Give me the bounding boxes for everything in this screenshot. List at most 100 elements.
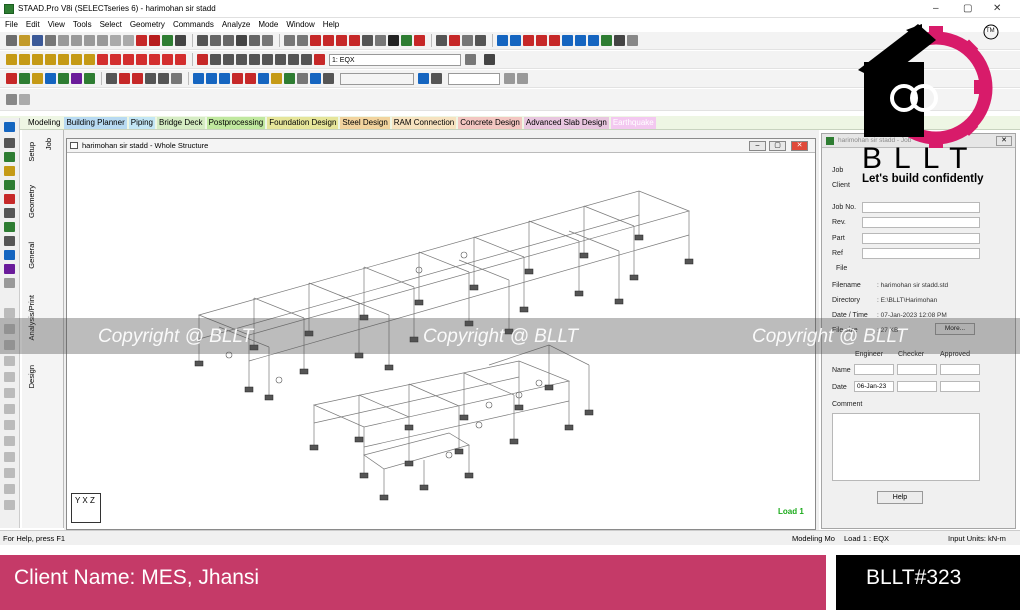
spin-arrows-icon[interactable] bbox=[504, 73, 515, 84]
tab-earthquake[interactable]: Earthquake bbox=[610, 116, 656, 129]
import-icon[interactable] bbox=[517, 73, 528, 84]
member-axis-icon[interactable] bbox=[145, 73, 156, 84]
green-book-icon[interactable] bbox=[601, 35, 612, 46]
select-solids-icon[interactable] bbox=[45, 73, 56, 84]
pan-icon[interactable] bbox=[275, 54, 286, 65]
display-window-icon[interactable] bbox=[197, 54, 208, 65]
print-icon[interactable] bbox=[45, 35, 56, 46]
label-tool-icon[interactable] bbox=[4, 452, 15, 462]
support-icon[interactable] bbox=[549, 35, 560, 46]
dimension-icon[interactable] bbox=[362, 35, 373, 46]
menu-mode[interactable]: Mode bbox=[258, 20, 278, 29]
document-icon[interactable] bbox=[262, 35, 273, 46]
view-right-icon[interactable] bbox=[58, 54, 69, 65]
translational-repeat-icon[interactable] bbox=[310, 73, 321, 84]
print-preview-icon[interactable] bbox=[197, 35, 208, 46]
plate-icon[interactable] bbox=[323, 35, 334, 46]
move-tool-icon[interactable] bbox=[4, 484, 15, 494]
copy-tool-icon[interactable] bbox=[4, 468, 15, 478]
view-bottom-icon[interactable] bbox=[84, 54, 95, 65]
circle-icon[interactable] bbox=[523, 35, 534, 46]
menu-edit[interactable]: Edit bbox=[26, 20, 40, 29]
grid-icon[interactable] bbox=[162, 35, 173, 46]
paste-icon[interactable] bbox=[84, 35, 95, 46]
load-cursor-icon[interactable] bbox=[4, 236, 15, 246]
erase-tool-icon[interactable] bbox=[4, 500, 15, 510]
check-icon[interactable] bbox=[401, 35, 412, 46]
report-icon[interactable] bbox=[210, 35, 221, 46]
page-tab-job[interactable]: Job bbox=[44, 138, 53, 150]
label-icon[interactable] bbox=[375, 35, 386, 46]
add-plate-icon[interactable] bbox=[258, 73, 269, 84]
rotate-up-icon[interactable] bbox=[97, 54, 108, 65]
tab-steel-design[interactable]: Steel Design bbox=[340, 116, 390, 129]
postprocess-icon[interactable] bbox=[462, 35, 473, 46]
spin-left-icon[interactable] bbox=[149, 54, 160, 65]
export-icon[interactable] bbox=[249, 35, 260, 46]
checker-date-field[interactable] bbox=[897, 381, 937, 392]
snap-node-icon[interactable] bbox=[4, 308, 15, 318]
rotate-down-icon[interactable] bbox=[110, 54, 121, 65]
structure-icon[interactable] bbox=[284, 35, 295, 46]
hash-icon[interactable] bbox=[132, 73, 143, 84]
ref-field[interactable] bbox=[862, 248, 980, 259]
open-folder-icon[interactable] bbox=[19, 35, 30, 46]
new-file-icon[interactable] bbox=[6, 35, 17, 46]
structure-wizard-icon[interactable] bbox=[436, 35, 447, 46]
comment-textarea[interactable] bbox=[832, 413, 980, 481]
copy-icon[interactable] bbox=[71, 35, 82, 46]
page-tab-design[interactable]: Design bbox=[27, 365, 36, 388]
engineer-date-field[interactable]: 06-Jan-23 bbox=[854, 381, 894, 392]
dimension-tool-icon[interactable] bbox=[4, 436, 15, 446]
select-geometry-icon[interactable] bbox=[71, 73, 82, 84]
checker-name-field[interactable] bbox=[897, 364, 937, 375]
job-no-field[interactable] bbox=[862, 202, 980, 213]
select-filter-combo[interactable] bbox=[340, 72, 414, 85]
table-view-icon[interactable] bbox=[418, 73, 429, 84]
zoom-out-icon[interactable] bbox=[223, 54, 234, 65]
editor-icon[interactable] bbox=[475, 35, 486, 46]
beam-icon[interactable] bbox=[310, 35, 321, 46]
part-field[interactable] bbox=[862, 233, 980, 244]
tab-concrete-design[interactable]: Concrete Design bbox=[458, 116, 522, 129]
tab-foundation-design[interactable]: Foundation Design bbox=[267, 116, 339, 129]
zoom-window-icon[interactable] bbox=[236, 54, 247, 65]
camera-icon[interactable] bbox=[236, 35, 247, 46]
pointer-select-icon[interactable] bbox=[4, 122, 15, 132]
rotate-left-icon[interactable] bbox=[123, 54, 134, 65]
menu-file[interactable]: File bbox=[5, 20, 18, 29]
solids-cursor-icon[interactable] bbox=[4, 194, 15, 204]
approved-date-field[interactable] bbox=[940, 381, 980, 392]
view-top-icon[interactable] bbox=[71, 54, 82, 65]
support-cursor-icon[interactable] bbox=[4, 250, 15, 260]
flag-icon[interactable] bbox=[562, 35, 573, 46]
plates-cursor-icon[interactable] bbox=[4, 180, 15, 190]
curve-tool-icon[interactable] bbox=[4, 420, 15, 430]
help-question-icon[interactable] bbox=[388, 35, 399, 46]
tab-postprocessing[interactable]: Postprocessing bbox=[206, 116, 266, 129]
menu-select[interactable]: Select bbox=[100, 20, 122, 29]
engineer-name-field[interactable] bbox=[854, 364, 894, 375]
table-icon[interactable] bbox=[510, 35, 521, 46]
merge-icon[interactable] bbox=[232, 73, 243, 84]
menu-analyze[interactable]: Analyze bbox=[222, 20, 250, 29]
mirror-icon[interactable] bbox=[323, 73, 334, 84]
run-analysis-icon[interactable] bbox=[449, 35, 460, 46]
help-button[interactable]: Help bbox=[877, 491, 923, 504]
tab-bridge-deck[interactable]: Bridge Deck bbox=[156, 116, 205, 129]
page-tab-geometry[interactable]: Geometry bbox=[27, 185, 36, 218]
view-3d-icon[interactable] bbox=[6, 54, 17, 65]
select-nodes-icon[interactable] bbox=[6, 73, 17, 84]
section-t-icon[interactable] bbox=[588, 35, 599, 46]
minimize-button[interactable]: – bbox=[933, 3, 939, 14]
beam-number-icon[interactable] bbox=[119, 73, 130, 84]
tab-building-planner[interactable]: Building Planner bbox=[64, 116, 127, 129]
spring-icon[interactable] bbox=[536, 35, 547, 46]
infill-icon[interactable] bbox=[297, 73, 308, 84]
snap-grid-left-icon[interactable] bbox=[4, 372, 15, 382]
select-surfaces-icon[interactable] bbox=[58, 73, 69, 84]
snap-grid-icon[interactable] bbox=[158, 73, 169, 84]
parallel-cursor-icon[interactable] bbox=[4, 278, 15, 288]
geometry-cursor-icon[interactable] bbox=[4, 208, 15, 218]
arrow-select-icon[interactable] bbox=[4, 138, 15, 148]
